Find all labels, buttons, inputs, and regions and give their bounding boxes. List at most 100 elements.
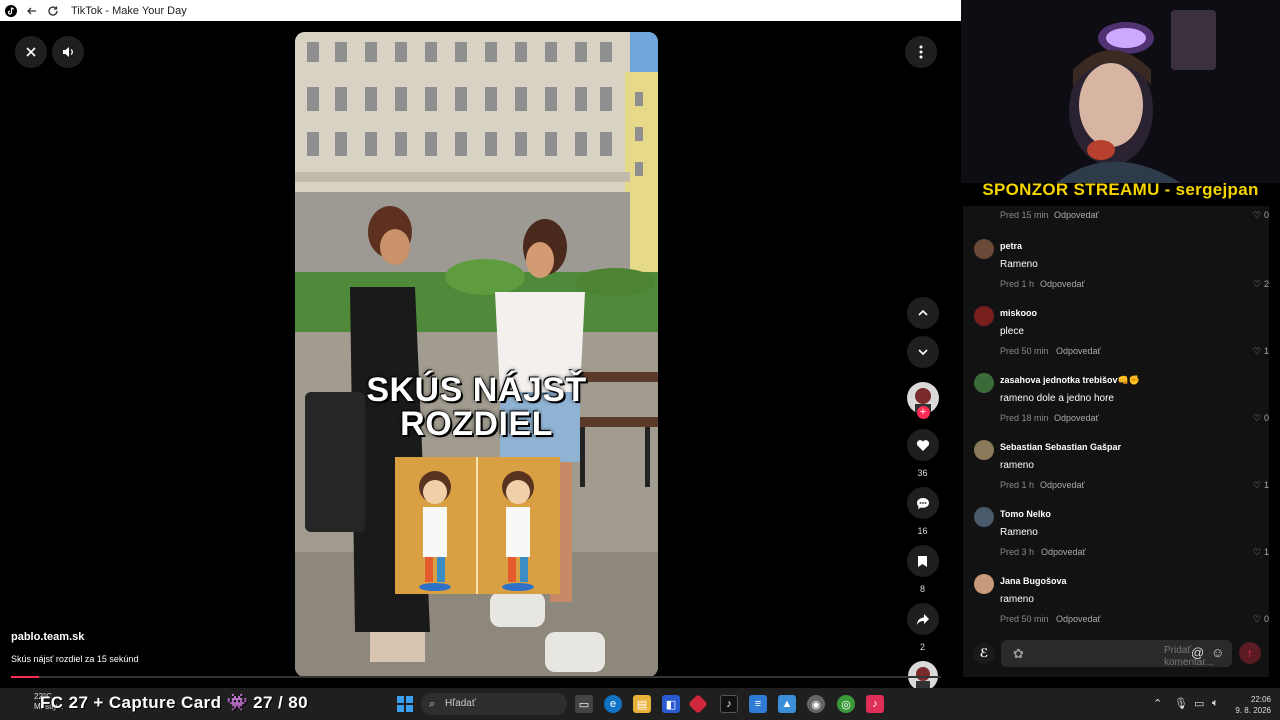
comment-like-button[interactable]: ♡ 0 <box>1229 210 1269 221</box>
commenter-name[interactable]: Sebastian Sebastian Gašpar <box>1000 442 1121 452</box>
comment-like-button[interactable]: ♡ 1 <box>1229 480 1269 491</box>
display-icon[interactable]: ▭ <box>1194 697 1204 710</box>
more-options-button[interactable] <box>905 36 937 68</box>
like-count: 36 <box>917 468 928 478</box>
commenter-name[interactable]: petra <box>1000 241 1022 251</box>
comment-text: rameno <box>1000 460 1034 471</box>
video-overlay-line2: ROZDIEL <box>400 405 553 443</box>
comment-input-row: ℰ ✿ Pridať komentár... @ ☺ ↑ <box>963 638 1269 668</box>
commenter-avatar[interactable] <box>974 239 994 259</box>
close-button[interactable] <box>15 36 47 68</box>
commenter-avatar[interactable] <box>974 440 994 460</box>
video-scene-image <box>295 32 658 677</box>
comment-like-count: 2 <box>1263 279 1269 289</box>
commenter-avatar[interactable] <box>974 306 994 326</box>
reply-link[interactable]: Odpovedať <box>1041 547 1086 557</box>
refresh-icon[interactable] <box>46 4 59 17</box>
comment-like-button[interactable]: ♡ 1 <box>1229 547 1269 558</box>
photos-icon[interactable]: ▲ <box>778 695 796 713</box>
file-explorer-icon[interactable]: ▤ <box>633 695 651 713</box>
send-button[interactable]: ↑ <box>1239 642 1261 664</box>
commenter-avatar[interactable] <box>974 574 994 594</box>
search-icon: ⌕ <box>429 698 436 710</box>
video-viewer: SKÚS NÁJSŤ ROZDIEL + 36 16 8 2 pablo.tea… <box>0 21 961 691</box>
author-avatar[interactable]: + <box>906 382 939 419</box>
comment-time: Pred 1 h <box>1000 279 1035 289</box>
chevron-down-icon <box>918 349 928 356</box>
microphone-icon[interactable]: 🎙︎ <box>1174 697 1188 710</box>
commenter-avatar[interactable] <box>974 507 994 527</box>
comment-like-button[interactable]: ♡ 2 <box>1229 279 1269 290</box>
video-description: Skús nájsť rozdiel za 15 sekúnd <box>11 654 139 664</box>
commenter-avatar[interactable] <box>974 373 994 393</box>
commenter-name[interactable]: zasahova jednotka trebišov👊✊ <box>1000 375 1140 386</box>
comment-like-button[interactable]: ♡ 0 <box>1229 413 1269 424</box>
tiktok-taskbar-icon[interactable]: ♪ <box>720 695 738 713</box>
reply-link[interactable]: Odpovedať <box>1054 413 1099 423</box>
reply-link[interactable]: Odpovedať <box>1056 614 1101 624</box>
commenter-name[interactable]: miskooo <box>1000 308 1037 318</box>
comment-like-button[interactable]: ♡ 1 <box>1229 346 1269 357</box>
comment-text: Rameno <box>1000 259 1038 270</box>
search-placeholder: Hľadať <box>445 698 476 709</box>
tray-chevron-up-icon[interactable]: ⌃ <box>1153 697 1162 710</box>
heart-icon <box>916 439 929 451</box>
store-icon[interactable]: ◧ <box>662 695 680 713</box>
heart-outline-icon: ♡ <box>1252 480 1261 490</box>
save-button[interactable] <box>906 545 939 577</box>
commenter-name[interactable]: Jana Bugošova <box>1000 576 1067 586</box>
emoji-icon[interactable]: ☺ <box>1211 645 1224 660</box>
arrow-up-icon: ↑ <box>1247 646 1253 660</box>
taskbar: 22°C Mostly... FC 27 + Capture Card 👾 27… <box>0 688 1280 720</box>
comment-item: Tomo Nelko Rameno Pred 3 h Odpovedať ♡ 1 <box>963 507 1269 574</box>
comment-text: rameno <box>1000 594 1034 605</box>
task-view-icon[interactable]: ▭ <box>575 695 593 713</box>
tiktok-app-icon[interactable]: ♪ <box>866 695 884 713</box>
my-avatar: ℰ <box>973 642 995 664</box>
reply-link[interactable]: Odpovedať <box>1040 480 1085 490</box>
comment-button[interactable] <box>906 487 939 519</box>
comment-like-count: 1 <box>1263 547 1269 557</box>
previous-video-button[interactable] <box>907 297 939 329</box>
commenter-name[interactable]: Tomo Nelko <box>1000 509 1051 519</box>
chrome-icon[interactable]: ◎ <box>837 695 855 713</box>
video-author[interactable]: pablo.team.sk <box>11 631 84 643</box>
edge-icon[interactable]: e <box>604 695 622 713</box>
comment-count: 16 <box>917 526 928 536</box>
start-button[interactable] <box>397 696 413 712</box>
like-button[interactable] <box>906 429 939 461</box>
video-frame[interactable]: SKÚS NÁJSŤ ROZDIEL <box>295 32 658 677</box>
reply-link[interactable]: Odpovedať <box>1054 210 1099 220</box>
app-diamond-icon[interactable] <box>688 694 708 714</box>
more-vertical-icon <box>919 45 923 59</box>
reply-link[interactable]: Odpovedať <box>1040 279 1085 289</box>
obs-icon[interactable]: ◉ <box>807 695 825 713</box>
comment-time: Pred 50 min <box>1000 346 1049 356</box>
volume-button[interactable] <box>52 36 84 68</box>
sticker-icon[interactable]: ✿ <box>1013 646 1024 662</box>
speaker-icon[interactable]: 🔈︎ <box>1212 697 1219 710</box>
notepad-icon[interactable]: ≡ <box>749 695 767 713</box>
reply-link[interactable]: Odpovedať <box>1056 346 1101 356</box>
video-progress-bar[interactable] <box>11 676 941 678</box>
heart-outline-icon: ♡ <box>1252 413 1261 423</box>
comment-time: Pred 18 min <box>1000 413 1049 423</box>
back-arrow-icon[interactable] <box>25 4 38 17</box>
comment-like-button[interactable]: ♡ 0 <box>1229 614 1269 625</box>
mention-icon[interactable]: @ <box>1191 645 1204 660</box>
comment-item: Jana Bugošova rameno Pred 50 min Odpoved… <box>963 574 1269 641</box>
webcam-image <box>961 0 1280 183</box>
next-video-button[interactable] <box>907 336 939 368</box>
action-column: + 36 16 8 2 <box>905 382 940 691</box>
heart-outline-icon: ♡ <box>1252 614 1261 624</box>
comment-text: rameno dole a jedno hore <box>1000 393 1114 404</box>
system-clock[interactable]: 22:06 9. 8. 2026 <box>1233 694 1271 716</box>
video-progress-fill <box>11 676 39 678</box>
comment-input[interactable]: ✿ Pridať komentár... @ ☺ <box>1001 640 1232 668</box>
follow-plus-icon[interactable]: + <box>916 406 930 419</box>
comment-item: miskooo plece Pred 50 min Odpovedať ♡ 1 <box>963 306 1269 373</box>
clock-time: 22:06 <box>1250 695 1271 704</box>
share-count: 2 <box>919 642 925 652</box>
share-button[interactable] <box>906 603 939 635</box>
taskbar-search[interactable]: ⌕ Hľadať <box>421 693 567 715</box>
